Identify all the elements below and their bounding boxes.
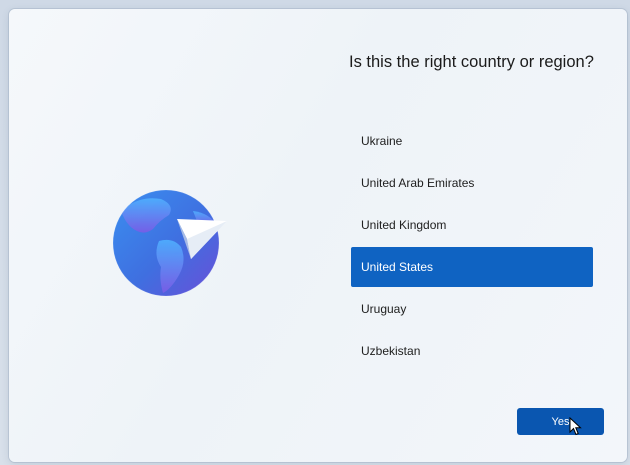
- country-item-uruguay[interactable]: Uruguay: [351, 289, 593, 329]
- oobe-window: Is this the right country or region? Ukr…: [9, 9, 627, 462]
- mouse-pointer-icon: [569, 417, 582, 436]
- country-item-united-arab-emirates[interactable]: United Arab Emirates: [351, 163, 593, 203]
- country-item-united-kingdom[interactable]: United Kingdom: [351, 205, 593, 245]
- yes-button[interactable]: Yes: [517, 408, 604, 435]
- country-item-ukraine[interactable]: Ukraine: [351, 121, 593, 161]
- country-list[interactable]: Ukraine United Arab Emirates United King…: [351, 121, 593, 373]
- globe-paper-plane-icon: [112, 189, 227, 297]
- country-item-united-states[interactable]: United States: [351, 247, 593, 287]
- country-item-uzbekistan[interactable]: Uzbekistan: [351, 331, 593, 371]
- page-title: Is this the right country or region?: [349, 53, 594, 71]
